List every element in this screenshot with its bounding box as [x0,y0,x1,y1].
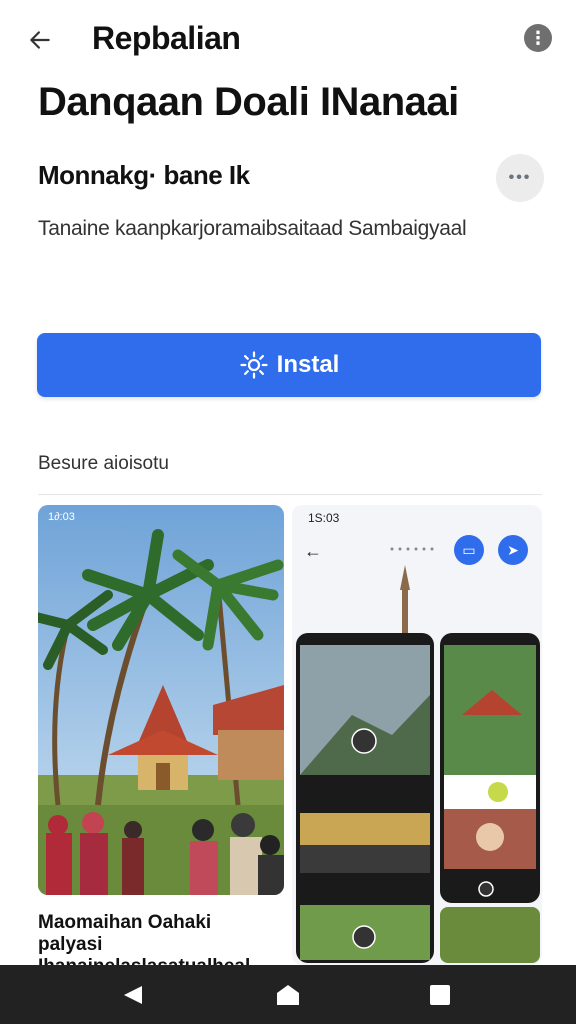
page-title: Repbalian [92,20,241,56]
divider [38,494,542,495]
nav-back-icon[interactable] [122,984,144,1006]
back-button[interactable] [22,22,58,58]
nav-recent-icon[interactable] [430,985,450,1005]
app-name: Danqaan Doali INanaai [38,80,459,124]
screenshots-section-label: Besure aioisotu [38,453,169,474]
nav-home-icon[interactable] [276,984,300,1006]
screenshot-1-image [38,505,284,895]
screenshot-2[interactable]: 1S:03 ← ▭ ➤ [292,505,542,965]
more-horiz-icon: ••• [508,169,532,186]
top-app-bar: Repbalian ⋮ [0,0,576,78]
install-button[interactable]: Instal [37,333,541,397]
overflow-menu-button[interactable]: ••• [496,154,544,202]
screenshot-1-status-time: 1∂:03 [48,511,75,523]
developer-name[interactable]: Monnakg· bane Ik [38,160,250,191]
more-vert-icon: ⋮ [529,27,547,48]
gear-icon [240,351,268,379]
more-options-button[interactable]: ⋮ [524,24,552,52]
install-label: Instal [276,351,340,378]
screenshot-1[interactable]: 1∂:03 [38,505,284,895]
screenshot-2-image [296,547,540,963]
app-subtitle: Tanaine kaanpkarjoramaibsaitaad Sambaigy… [38,217,467,240]
back-arrow-icon [30,31,50,49]
